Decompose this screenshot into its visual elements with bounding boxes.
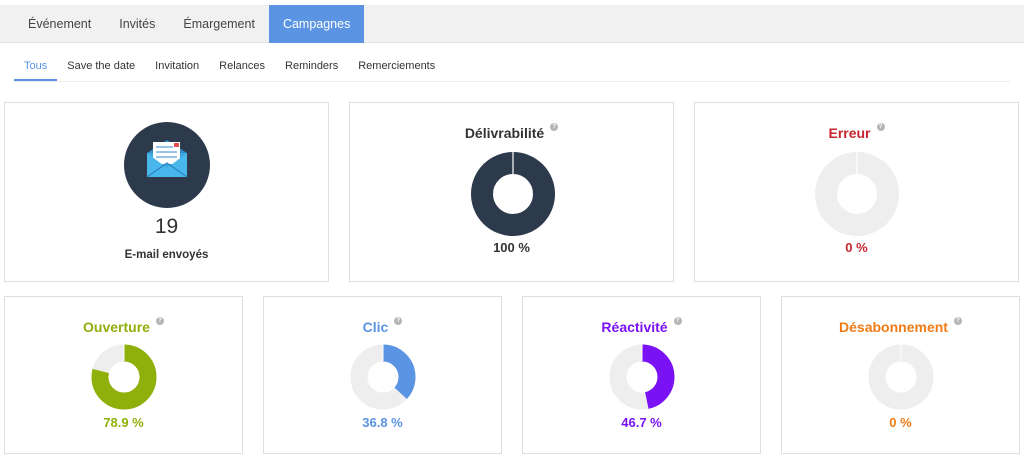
subtab-invitation[interactable]: Invitation — [145, 50, 209, 81]
subtab-remerciements[interactable]: Remerciements — [348, 50, 445, 81]
help-icon[interactable]: ? — [394, 317, 403, 325]
campaign-type-tabs: Tous Save the date Invitation Relances R… — [14, 50, 1010, 82]
main-tabs: Événement Invités Émargement Campagnes — [0, 5, 1024, 43]
stat-title: Erreur — [828, 125, 871, 141]
help-icon[interactable]: ? — [953, 317, 962, 325]
stat-title: Ouverture — [83, 319, 150, 335]
subtab-reminders[interactable]: Reminders — [275, 50, 348, 81]
help-icon[interactable]: ? — [673, 317, 682, 325]
donut-chart — [350, 344, 416, 410]
desabonnement-card: Désabonnement? 0 % — [781, 296, 1020, 454]
sent-label: E-mail envoyés — [124, 249, 209, 261]
tab-evenement[interactable]: Événement — [14, 5, 105, 43]
donut-chart — [815, 152, 899, 236]
donut-chart — [471, 152, 555, 236]
help-icon[interactable]: ? — [876, 123, 885, 131]
tab-emargement[interactable]: Émargement — [169, 5, 269, 43]
stat-percent: 0 % — [845, 240, 868, 255]
stat-percent: 0 % — [889, 415, 912, 430]
subtab-relances[interactable]: Relances — [209, 50, 275, 81]
stat-title: Réactivité — [601, 319, 668, 335]
erreur-card: Erreur? 0 % — [694, 102, 1019, 282]
tab-campagnes[interactable]: Campagnes — [268, 5, 365, 43]
stat-percent: 46.7 % — [621, 415, 662, 430]
email-envelope-icon — [124, 122, 210, 208]
delivrabilite-card: Délivrabilité? 100 % — [349, 102, 674, 282]
stat-title: Clic — [362, 319, 389, 335]
stat-percent: 78.9 % — [103, 415, 144, 430]
reactivite-card: Réactivité? 46.7 % — [522, 296, 761, 454]
stat-title: Délivrabilité — [464, 125, 545, 141]
ouverture-card: Ouverture? 78.9 % — [4, 296, 243, 454]
donut-chart — [91, 344, 157, 410]
donut-chart — [868, 344, 934, 410]
tab-invites[interactable]: Invités — [105, 5, 169, 43]
help-icon[interactable]: ? — [155, 317, 164, 325]
stat-percent: 36.8 % — [362, 415, 403, 430]
help-icon[interactable]: ? — [550, 123, 559, 131]
subtab-tous[interactable]: Tous — [14, 50, 58, 81]
stat-title: Désabonnement — [839, 319, 948, 335]
subtab-save-the-date[interactable]: Save the date — [57, 50, 145, 81]
sent-emails-card: 19 E-mail envoyés — [4, 102, 329, 282]
sent-count: 19 — [154, 215, 179, 238]
clic-card: Clic? 36.8 % — [263, 296, 502, 454]
donut-chart — [609, 344, 675, 410]
stat-percent: 100 % — [493, 240, 530, 255]
